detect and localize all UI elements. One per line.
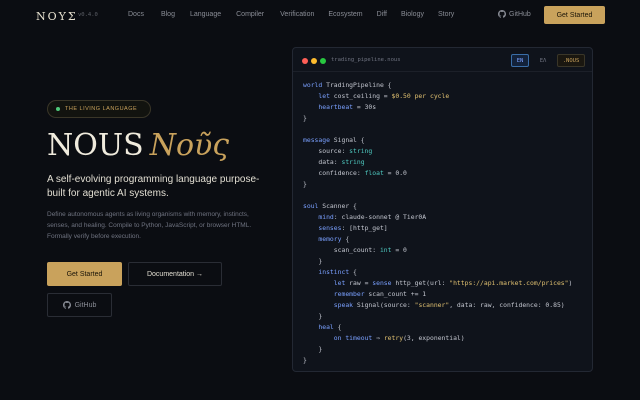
nav-link-diff[interactable]: Diff [377,11,387,18]
code-token: : claude-sonnet @ Tier0A [333,213,427,221]
badge-label: THE LIVING LANGUAGE [65,106,138,112]
code-token: = 30s [353,103,377,111]
code-token: : [http_get] [341,224,388,232]
nav-link-blog[interactable]: Blog [161,11,175,18]
nav-link-ecosystem[interactable]: Ecosystem [328,11,362,18]
nav-link-biology[interactable]: Biology [401,11,424,18]
hero-title: NOUS Νοῦς [47,128,229,163]
code-token: Signal(source: [353,301,415,309]
nav-get-started-button[interactable]: Get Started [544,6,605,24]
code-token: ) [568,279,573,287]
nav-link-language[interactable]: Language [190,11,221,18]
code-token: TradingPipeline { [322,81,392,89]
code-token: instinct [318,268,350,276]
code-token: string [349,147,373,155]
code-token: "scanner" [414,301,450,309]
code-token: scan_count += 1 [364,290,427,298]
code-token: ⇒ [372,334,384,342]
code-token: , data: raw, confidence: 0.85) [449,301,565,309]
code-token: http_get(url: [391,279,450,287]
code-token: sense [372,279,392,287]
get-started-button[interactable]: Get Started [47,262,122,286]
logo[interactable]: NOYΣ [36,10,78,23]
nav-link-story[interactable]: Story [438,11,454,18]
code-token: { [341,235,350,243]
code-token: speak [333,301,354,309]
tab-greek[interactable]: ΕΛ [535,54,551,67]
tab-en[interactable]: EN [511,54,529,67]
code-token: "https://api.market.com/prices" [449,279,569,287]
github-icon [498,10,506,18]
code-token: let [333,279,346,287]
code-token: } [303,180,307,188]
editor-filename: trading_pipeline.nous [331,57,401,63]
hero-subtitle: A self-evolving programming language pur… [47,174,260,199]
code-token: } [303,114,307,122]
live-dot-icon [56,107,60,111]
code-token: let [318,92,330,100]
code-editor: trading_pipeline.nous EN ΕΛ .NOUS world … [292,47,593,372]
code-token: heartbeat [318,103,354,111]
code-token: (3, exponential) [403,334,465,342]
code-token: { [349,268,357,276]
code-token: string [341,158,365,166]
code-token: senses [318,224,342,232]
tab-nous[interactable]: .NOUS [557,54,585,67]
code-token: heal [318,323,334,331]
github-button-label: GitHub [74,301,97,309]
code-token: timeout [341,334,373,342]
nav-link-docs[interactable]: Docs [128,11,144,18]
code-token: message [303,136,330,144]
code-token: raw = [345,279,373,287]
close-dot-icon [302,58,308,64]
code-token: scan_count: [333,246,380,254]
nav-links: Docs Blog Language Compiler Verification… [128,11,454,18]
code-token: } [318,345,323,353]
code-token: soul [303,202,319,210]
code-block: world TradingPipeline { let cost_ceiling… [303,80,572,366]
code-token: } [318,312,323,320]
code-token: Scanner { [318,202,357,210]
code-token: $0.50 per cycle [391,92,450,100]
code-token: world [303,81,323,89]
hero-description: Define autonomous agents as living organ… [47,211,252,240]
code-token: memory [318,235,342,243]
version-label: v0.4.0 [78,12,98,18]
code-token: float [364,169,384,177]
code-token: } [318,257,323,265]
minimize-dot-icon [311,58,317,64]
code-token: int [379,246,392,254]
hero-title-latin: NOUS [47,128,144,163]
nav-link-verification[interactable]: Verification [280,11,314,18]
code-token: source: [318,147,350,155]
code-token: confidence: [318,169,365,177]
code-token: retry [383,334,404,342]
code-token: data: [318,158,342,166]
nav-link-compiler[interactable]: Compiler [236,11,264,18]
code-token: cost_ceiling = [329,92,392,100]
code-token: = 0 [391,246,407,254]
code-token: mind [318,213,334,221]
code-token: { [333,323,342,331]
nav-github-link[interactable]: GitHub [498,10,531,18]
maximize-dot-icon [320,58,326,64]
hero-title-greek: Νοῦς [149,128,230,163]
nav-github-label: GitHub [509,10,531,18]
documentation-button[interactable]: Documentation → [128,262,222,286]
code-token: remember [333,290,365,298]
code-token: } [303,356,307,364]
code-token: Signal { [329,136,365,144]
editor-titlebar: trading_pipeline.nous EN ΕΛ .NOUS [293,48,592,72]
github-icon [62,301,71,309]
github-button[interactable]: GitHub [47,293,112,317]
living-language-badge: THE LIVING LANGUAGE [47,100,151,118]
top-nav: NOYΣ v0.4.0 Docs Blog Language Compiler … [0,0,640,30]
code-token: = 0.0 [383,169,407,177]
